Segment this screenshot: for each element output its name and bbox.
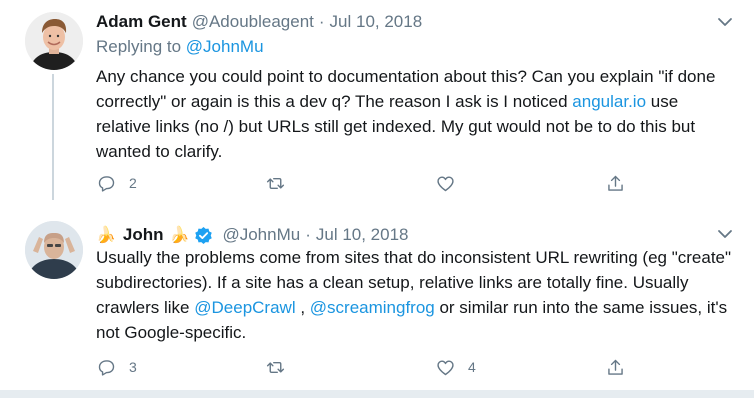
reply-icon: [98, 359, 115, 376]
author-handle[interactable]: @JohnMu: [222, 225, 300, 245]
tweet-header: 🍌 John 🍌 @JohnMu · Jul 10, 2018: [96, 223, 409, 247]
tweet-actions: 2: [96, 172, 636, 194]
tweet-date[interactable]: Jul 10, 2018: [316, 225, 409, 245]
author-name[interactable]: Adam Gent: [96, 12, 187, 32]
mention-deepcrawl[interactable]: @DeepCrawl: [194, 298, 295, 317]
timeline-divider: [0, 390, 754, 398]
tweet-date[interactable]: Jul 10, 2018: [330, 12, 423, 32]
reply-button[interactable]: 2: [96, 172, 137, 194]
tweet-actions: 3 4: [96, 356, 636, 378]
retweet-button[interactable]: [265, 356, 298, 378]
author-handle[interactable]: @Adoubleagent: [192, 12, 314, 32]
like-button[interactable]: [435, 172, 468, 194]
retweet-button[interactable]: [265, 172, 298, 194]
caret-down-icon[interactable]: [716, 13, 734, 31]
reply-count: 2: [129, 175, 137, 191]
like-icon: [437, 176, 454, 191]
share-button[interactable]: [605, 172, 626, 194]
reply-count: 3: [129, 359, 137, 375]
avatar[interactable]: [25, 221, 83, 279]
caret-down-icon[interactable]: [716, 225, 734, 243]
mention-screamingfrog[interactable]: @screamingfrog: [310, 298, 435, 317]
tweet-adam-gent[interactable]: Adam Gent @Adoubleagent · Jul 10, 2018 R…: [0, 0, 754, 208]
tweet-text-part: ,: [295, 298, 310, 317]
like-button[interactable]: 4: [435, 356, 476, 378]
separator-dot: ·: [305, 225, 311, 244]
share-icon: [608, 175, 623, 191]
link-angular-io[interactable]: angular.io: [572, 92, 646, 111]
separator-dot: ·: [318, 12, 325, 31]
retweet-icon: [266, 361, 285, 373]
tweet-text: Usually the problems come from sites tha…: [96, 245, 736, 345]
avatar[interactable]: [25, 12, 83, 70]
reply-button[interactable]: 3: [96, 356, 137, 378]
share-icon: [608, 359, 623, 375]
banana-emoji: 🍌: [169, 227, 190, 244]
like-icon: [437, 360, 454, 375]
retweet-icon: [266, 177, 285, 189]
banana-emoji: 🍌: [96, 227, 116, 244]
tweet-text: Any chance you could point to documentat…: [96, 64, 736, 164]
author-name[interactable]: John: [123, 225, 164, 245]
thread-line: [52, 74, 54, 200]
replying-to-prefix: Replying to: [96, 37, 182, 56]
share-button[interactable]: [605, 356, 626, 378]
replying-to-handle[interactable]: @JohnMu: [186, 37, 264, 56]
tweet-john[interactable]: 🍌 John 🍌 @JohnMu · Jul 10, 2018 Usually …: [0, 208, 754, 390]
tweet-header: Adam Gent @Adoubleagent · Jul 10, 2018: [96, 10, 422, 34]
like-count: 4: [468, 359, 476, 375]
reply-icon: [98, 175, 115, 192]
verified-badge-icon: [194, 226, 213, 245]
replying-to: Replying to @JohnMu: [96, 37, 264, 57]
